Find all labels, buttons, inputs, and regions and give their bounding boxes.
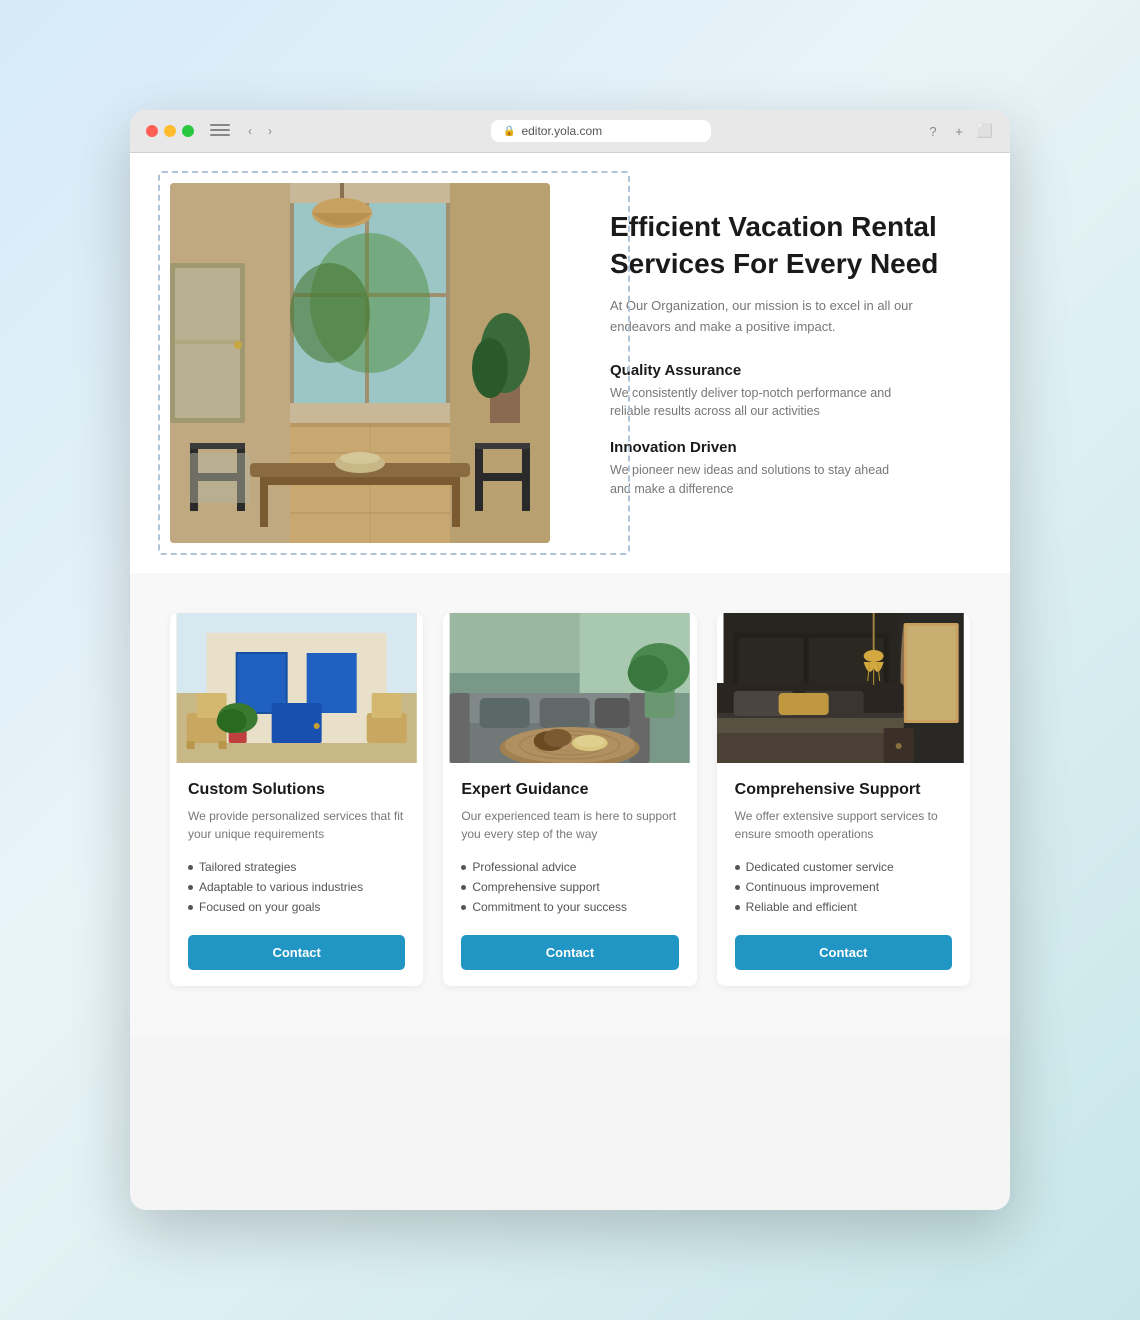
bullet-icon xyxy=(735,905,740,910)
cards-section: Custom Solutions We provide personalized… xyxy=(130,573,1010,1036)
card-2-contact-button[interactable]: Contact xyxy=(461,935,678,970)
feature-innovation-desc: We pioneer new ideas and solutions to st… xyxy=(610,461,910,499)
add-tab-button[interactable]: + xyxy=(950,122,968,140)
extensions-button[interactable]: ⬜ xyxy=(976,122,994,140)
cards-grid: Custom Solutions We provide personalized… xyxy=(170,613,970,986)
help-button[interactable]: ? xyxy=(924,122,942,140)
feature-innovation-title: Innovation Driven xyxy=(610,439,970,456)
card-3-image xyxy=(717,613,970,763)
list-item: Dedicated customer service xyxy=(735,857,952,877)
list-item: Tailored strategies xyxy=(188,857,405,877)
card-3-list: Dedicated customer service Continuous im… xyxy=(735,857,952,917)
bullet-icon xyxy=(188,865,193,870)
hero-text: Efficient Vacation Rental Services For E… xyxy=(590,209,970,516)
address-bar[interactable]: 🔒 editor.yola.com xyxy=(491,120,711,142)
nav-arrows: ‹ › xyxy=(242,123,278,139)
bullet-icon xyxy=(461,865,466,870)
card-3-desc: We offer extensive support services to e… xyxy=(735,807,952,843)
lock-icon: 🔒 xyxy=(503,126,515,137)
card-comprehensive-support: Comprehensive Support We offer extensive… xyxy=(717,613,970,986)
sidebar-toggle-button[interactable] xyxy=(210,124,230,138)
hero-section: Efficient Vacation Rental Services For E… xyxy=(130,153,1010,573)
feature-innovation: Innovation Driven We pioneer new ideas a… xyxy=(610,439,970,499)
list-item: Comprehensive support xyxy=(461,877,678,897)
card-3-body: Comprehensive Support We offer extensive… xyxy=(717,763,970,986)
hero-title: Efficient Vacation Rental Services For E… xyxy=(610,209,970,282)
card-2-title: Expert Guidance xyxy=(461,781,678,799)
feature-quality-desc: We consistently deliver top-notch perfor… xyxy=(610,384,910,422)
close-button[interactable] xyxy=(146,125,158,137)
list-item: Adaptable to various industries xyxy=(188,877,405,897)
hero-room-svg xyxy=(170,183,550,543)
card-1-title: Custom Solutions xyxy=(188,781,405,799)
card-2-list: Professional advice Comprehensive suppor… xyxy=(461,857,678,917)
card-3-contact-button[interactable]: Contact xyxy=(735,935,952,970)
hero-image xyxy=(170,183,550,543)
bullet-icon xyxy=(735,885,740,890)
card-2-desc: Our experienced team is here to support … xyxy=(461,807,678,843)
feature-quality-title: Quality Assurance xyxy=(610,362,970,379)
browser-chrome: ‹ › 🔒 editor.yola.com ? + ⬜ xyxy=(130,110,1010,153)
list-item: Reliable and efficient xyxy=(735,897,952,917)
card-2-body: Expert Guidance Our experienced team is … xyxy=(443,763,696,986)
list-item: Professional advice xyxy=(461,857,678,877)
back-button[interactable]: ‹ xyxy=(242,123,258,139)
address-bar-wrap: 🔒 editor.yola.com xyxy=(290,120,912,142)
card-3-title: Comprehensive Support xyxy=(735,781,952,799)
list-item: Commitment to your success xyxy=(461,897,678,917)
bullet-icon xyxy=(188,905,193,910)
card-2-image xyxy=(443,613,696,763)
card-1-desc: We provide personalized services that fi… xyxy=(188,807,405,843)
list-item: Focused on your goals xyxy=(188,897,405,917)
hero-image-container xyxy=(170,183,550,543)
card-1-contact-button[interactable]: Contact xyxy=(188,935,405,970)
card-custom-solutions: Custom Solutions We provide personalized… xyxy=(170,613,423,986)
traffic-lights xyxy=(146,125,194,137)
maximize-button[interactable] xyxy=(182,125,194,137)
browser-window: ‹ › 🔒 editor.yola.com ? + ⬜ xyxy=(130,110,1010,1210)
page-content: Efficient Vacation Rental Services For E… xyxy=(130,153,1010,1036)
card-1-list: Tailored strategies Adaptable to various… xyxy=(188,857,405,917)
hero-subtitle: At Our Organization, our mission is to e… xyxy=(610,296,970,338)
card-2-svg xyxy=(443,613,696,763)
card-1-body: Custom Solutions We provide personalized… xyxy=(170,763,423,986)
card-1-svg xyxy=(170,613,423,763)
browser-actions: ? + ⬜ xyxy=(924,122,994,140)
bullet-icon xyxy=(735,865,740,870)
card-3-svg xyxy=(717,613,970,763)
feature-quality: Quality Assurance We consistently delive… xyxy=(610,362,970,422)
bullet-icon xyxy=(188,885,193,890)
url-text: editor.yola.com xyxy=(521,124,602,138)
bullet-icon xyxy=(461,885,466,890)
minimize-button[interactable] xyxy=(164,125,176,137)
bullet-icon xyxy=(461,905,466,910)
card-expert-guidance: Expert Guidance Our experienced team is … xyxy=(443,613,696,986)
forward-button[interactable]: › xyxy=(262,123,278,139)
card-1-image xyxy=(170,613,423,763)
list-item: Continuous improvement xyxy=(735,877,952,897)
